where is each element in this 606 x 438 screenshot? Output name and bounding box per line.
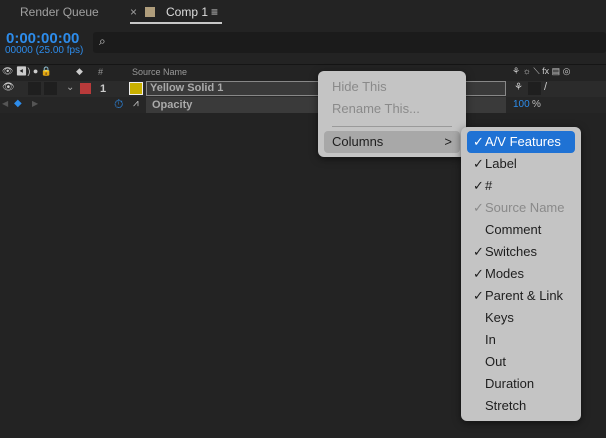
solid-swatch: [129, 82, 143, 95]
checkmark-icon: ✓: [473, 266, 484, 281]
column-option-stretch[interactable]: Stretch: [467, 395, 575, 417]
option-label: #: [485, 178, 493, 193]
checkmark-icon: ✓: [473, 178, 484, 193]
layer-row[interactable]: 👁 ⌄ 1 Yellow Solid 1 ⚘ /: [0, 81, 606, 97]
label-tag-icon: ◆: [76, 66, 83, 76]
prev-keyframe-icon[interactable]: ◀: [2, 99, 8, 108]
menu-item-hide-this: Hide This: [332, 79, 387, 94]
opacity-unit: %: [532, 99, 541, 110]
layer-index: 1: [100, 83, 107, 95]
column-option-in[interactable]: In: [467, 329, 575, 351]
active-tab-underline: [130, 22, 222, 24]
menu-item-columns[interactable]: Columns >: [324, 131, 460, 153]
column-option-modes[interactable]: ✓ Modes: [467, 263, 575, 285]
checkmark-icon: ✓: [473, 134, 484, 149]
av-features-icons: 👁 ◀) ● 🔒: [2, 66, 52, 76]
switches-icons: ⚘ ☼ ⟍ fx ▤ ◎: [512, 66, 571, 76]
shy-switch-icon[interactable]: ⚘: [514, 82, 523, 93]
frame-rate: 00000 (25.00 fps): [5, 45, 84, 56]
property-row[interactable]: ◀ ◆ ▶ ⏱ ⩘ Opacity 100 %: [0, 97, 606, 113]
column-option-out[interactable]: Out: [467, 351, 575, 373]
option-label: A/V Features: [485, 134, 561, 149]
columns-submenu: ✓ A/V Features ✓ Label ✓ # ✓ Source Name Comment…: [461, 127, 581, 421]
header-source-name[interactable]: Source Name: [132, 67, 187, 77]
option-label: In: [485, 332, 496, 347]
panel-menu-icon[interactable]: ≡: [211, 5, 218, 19]
option-label: Label: [485, 156, 517, 171]
column-option-comment[interactable]: Comment: [467, 219, 575, 241]
option-label: Out: [485, 354, 506, 369]
column-option-index[interactable]: ✓ #: [467, 175, 575, 197]
checkmark-icon: ✓: [473, 156, 484, 171]
comp-icon: [145, 7, 155, 17]
next-keyframe-icon[interactable]: ▶: [32, 99, 38, 108]
graph-icon[interactable]: ⩘: [133, 98, 139, 109]
search-input[interactable]: ⌕: [93, 32, 606, 53]
quality-switch-icon[interactable]: /: [544, 81, 547, 93]
opacity-value[interactable]: 100: [513, 99, 530, 110]
close-tab-icon[interactable]: ×: [130, 5, 137, 19]
option-label: Switches: [485, 244, 538, 259]
header-index: #: [98, 67, 104, 77]
tab-comp-1[interactable]: Comp 1: [166, 5, 208, 19]
column-option-switches[interactable]: ✓ Switches: [467, 241, 575, 263]
context-menu: Hide This Rename This... Columns >: [318, 71, 466, 157]
column-option-a-v-features[interactable]: ✓ A/V Features: [467, 131, 575, 153]
column-option-duration[interactable]: Duration: [467, 373, 575, 395]
option-label: Duration: [485, 376, 535, 391]
submenu-arrow-icon: >: [444, 134, 452, 149]
label-color[interactable]: [80, 83, 91, 94]
menu-divider: [332, 126, 452, 127]
expand-chevron-icon[interactable]: ⌄: [66, 82, 74, 93]
lock-switch[interactable]: [44, 82, 57, 95]
switch[interactable]: [528, 82, 541, 95]
solo-switch[interactable]: [28, 82, 41, 95]
checkmark-icon: ✓: [473, 288, 484, 303]
eye-icon[interactable]: 👁: [2, 82, 15, 93]
option-label: Keys: [485, 310, 514, 325]
tab-render-queue[interactable]: Render Queue: [20, 5, 99, 19]
checkmark-icon: ✓: [473, 244, 484, 259]
column-option-source-name: ✓ Source Name: [467, 197, 575, 219]
checkmark-icon: ✓: [473, 200, 484, 215]
option-label: Comment: [485, 222, 542, 237]
menu-item-rename-this: Rename This...: [332, 101, 420, 116]
column-option-label[interactable]: ✓ Label: [467, 153, 575, 175]
option-label: Parent & Link: [485, 288, 564, 303]
option-label: Stretch: [485, 398, 527, 413]
column-option-keys[interactable]: Keys: [467, 307, 575, 329]
column-option-parent-link[interactable]: ✓ Parent & Link: [467, 285, 575, 307]
columns-label: Columns: [332, 134, 384, 149]
option-label: Source Name: [485, 200, 565, 215]
column-header: 👁 ◀) ● 🔒 ◆ # Source Name ⚘ ☼ ⟍ fx ▤ ◎: [0, 64, 606, 80]
stopwatch-icon[interactable]: ⏱: [114, 97, 123, 112]
option-label: Modes: [485, 266, 525, 281]
search-icon: ⌕: [99, 34, 106, 48]
add-keyframe-icon[interactable]: ◆: [14, 98, 22, 109]
